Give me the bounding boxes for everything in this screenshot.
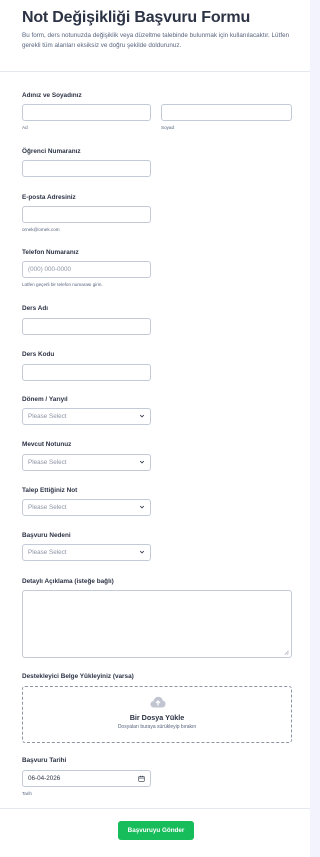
current-grade-select[interactable]: Please Select (22, 454, 151, 471)
chevron-down-icon (139, 505, 145, 509)
details-textarea[interactable] (22, 590, 292, 658)
chevron-down-icon (139, 550, 145, 554)
date-input[interactable]: 06-04-2026 (22, 770, 151, 787)
course-code-input[interactable] (22, 364, 151, 381)
reason-selected-value: Please Select (28, 549, 67, 556)
phone-label: Telefon Numaranız (22, 249, 79, 256)
current-grade-label: Mevcut Notunuz (22, 441, 72, 448)
requested-grade-selected-value: Please Select (28, 504, 67, 511)
term-selected-value: Please Select (28, 413, 67, 420)
course-name-input[interactable] (22, 318, 151, 335)
chevron-down-icon (139, 414, 145, 418)
last-name-input[interactable] (161, 104, 292, 121)
submit-button[interactable]: Başvuruyu Gönder (118, 821, 194, 840)
chevron-down-icon (139, 460, 145, 464)
term-label: Dönem / Yarıyıl (22, 396, 68, 403)
date-label: Başvuru Tarihi (22, 757, 67, 764)
resize-grip-icon[interactable] (284, 650, 289, 655)
upload-title: Bir Dosya Yükle (129, 713, 185, 722)
first-name-sublabel: Ad (22, 125, 28, 130)
footer-divider (0, 808, 310, 809)
requested-grade-label: Talep Ettiğiniz Not (22, 487, 78, 494)
reason-select[interactable]: Please Select (22, 544, 151, 561)
email-label: E-posta Adresiniz (22, 194, 76, 201)
course-code-label: Ders Kodu (22, 351, 55, 358)
date-value: 06-04-2026 (28, 775, 61, 782)
upload-subtitle: Dosyaları buraya sürükleyip bırakın (117, 724, 197, 730)
name-label: Adınız ve Soyadınız (22, 92, 82, 99)
file-upload-dropzone[interactable]: Bir Dosya Yükle Dosyaları buraya sürükle… (22, 686, 292, 743)
form-title: Not Değişikliği Başvuru Formu (22, 9, 251, 26)
form-card: Not Değişikliği Başvuru Formu Bu form, d… (0, 0, 310, 857)
cloud-upload-icon (150, 696, 166, 708)
details-label: Detaylı Açıklama (isteğe bağlı) (22, 578, 114, 585)
first-name-input[interactable] (22, 104, 151, 121)
form-header: Not Değişikliği Başvuru Formu Bu form, d… (0, 0, 310, 72)
term-select[interactable]: Please Select (22, 408, 151, 425)
reason-label: Başvuru Nedeni (22, 532, 71, 539)
email-sublabel: ornek@ornek.com (22, 227, 60, 232)
student-number-label: Öğrenci Numaranız (22, 148, 81, 155)
calendar-icon[interactable] (138, 775, 145, 782)
current-grade-selected-value: Please Select (28, 459, 67, 466)
student-number-input[interactable] (22, 160, 151, 177)
form-description: Bu form, ders notunuzda değişiklik veya … (22, 32, 290, 49)
phone-input[interactable]: (000) 000-0000 (22, 261, 151, 278)
phone-sublabel: Lütfen geçerli bir telefon numarası giri… (22, 282, 103, 287)
requested-grade-select[interactable]: Please Select (22, 499, 151, 516)
email-input[interactable] (22, 206, 151, 223)
upload-label: Destekleyici Belge Yükleyiniz (varsa) (22, 673, 134, 680)
last-name-sublabel: Soyad (161, 125, 175, 130)
course-name-label: Ders Adı (22, 305, 49, 312)
date-sublabel: Tarih (22, 791, 32, 796)
